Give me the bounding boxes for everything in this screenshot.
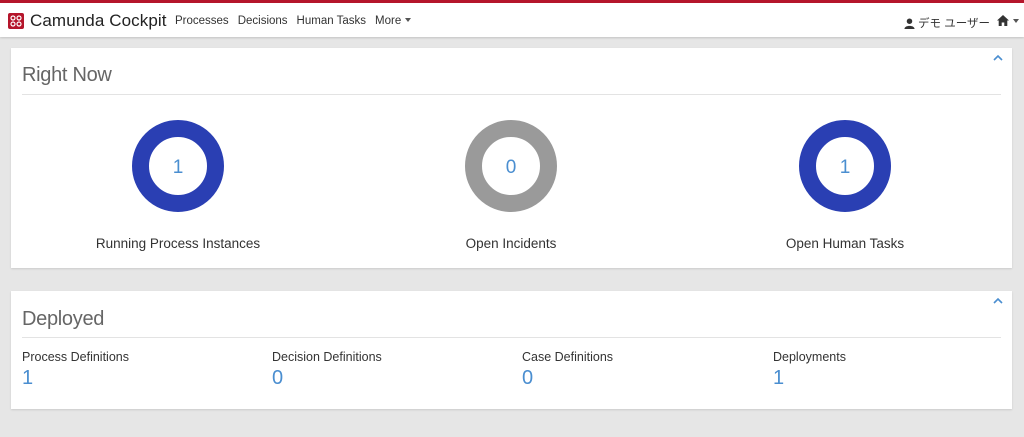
open-human-tasks: 1 Open Human Tasks [725,118,965,251]
caret-down-icon [405,18,412,22]
open-incidents-label[interactable]: Open Incidents [391,236,631,251]
running-process-instances-donut[interactable]: 1 [130,118,226,214]
deployments-stat: Deployments 1 [773,350,846,390]
deployed-title: Deployed [22,308,105,330]
user-menu[interactable]: デモ ユーザー [904,15,990,31]
chevron-up-icon[interactable] [993,54,1003,62]
open-incidents-donut[interactable]: 0 [463,118,559,214]
right-now-title: Right Now [22,64,112,86]
brand-title: Camunda Cockpit [30,11,167,30]
user-icon [904,17,915,29]
right-now-panel: Right Now 1 Running Process Instances 0 … [11,48,1012,268]
running-process-instances: 1 Running Process Instances [58,118,298,251]
nav-item-processes[interactable]: Processes [175,15,229,27]
home-menu[interactable] [997,15,1019,26]
caret-down-icon [1013,18,1019,23]
nav-item-decisions[interactable]: Decisions [238,15,288,27]
deployed-panel: Deployed Process Definitions 1 Decision … [11,291,1012,409]
deployments-value[interactable]: 1 [773,367,846,390]
divider [22,337,1001,338]
camunda-logo-icon [8,13,24,29]
user-name: デモ ユーザー [918,18,990,30]
divider [22,94,1001,95]
process-definitions-stat: Process Definitions 1 [22,350,129,390]
case-definitions-label: Case Definitions [522,350,614,364]
nav-item-human-tasks[interactable]: Human Tasks [297,15,366,27]
top-navbar: Camunda Cockpit Processes Decisions Huma… [0,0,1024,37]
running-process-instances-label[interactable]: Running Process Instances [58,236,298,251]
process-definitions-value[interactable]: 1 [22,367,129,390]
nav-more-label: More [375,15,402,27]
open-human-tasks-donut[interactable]: 1 [797,118,893,214]
brand[interactable]: Camunda Cockpit [8,10,167,32]
open-human-tasks-value: 1 [840,157,851,178]
decision-definitions-value[interactable]: 0 [272,367,382,390]
main-nav: Processes Decisions Human Tasks More [175,15,420,27]
case-definitions-stat: Case Definitions 0 [522,350,613,390]
case-definitions-value[interactable]: 0 [522,367,613,390]
home-icon [997,15,1009,26]
nav-item-more[interactable]: More [375,15,412,27]
chevron-up-icon[interactable] [993,297,1003,305]
open-human-tasks-label[interactable]: Open Human Tasks [725,236,965,251]
open-incidents: 0 Open Incidents [391,118,631,251]
open-incidents-value: 0 [506,157,517,178]
decision-definitions-label: Decision Definitions [272,350,382,364]
running-process-instances-value: 1 [173,157,184,178]
decision-definitions-stat: Decision Definitions 0 [272,350,382,390]
process-definitions-label: Process Definitions [22,350,129,364]
deployments-label: Deployments [773,350,846,364]
